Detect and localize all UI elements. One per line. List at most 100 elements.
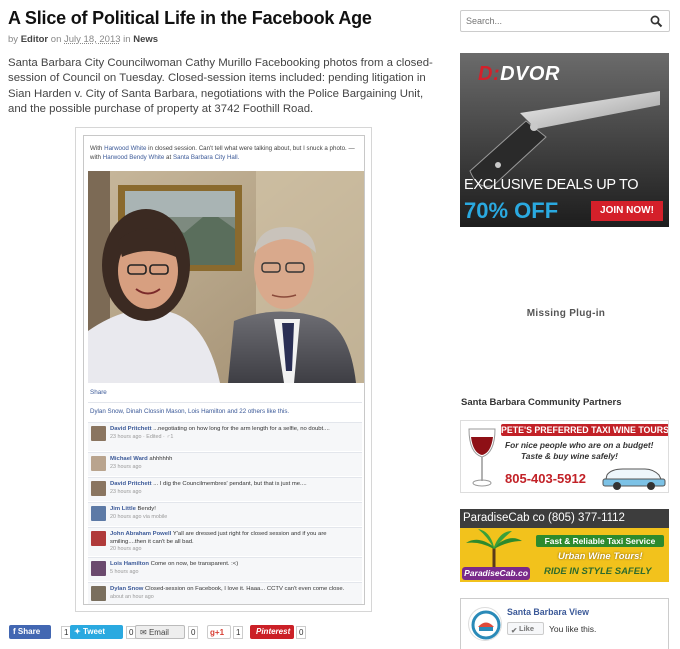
cab-ad-line2: Urban Wine Tours! [558, 551, 643, 562]
fb-caption-at: at [166, 154, 172, 161]
comment-body: Closed-session on Facebook, I love it. H… [145, 586, 345, 592]
dvor-headline: EXCLUSIVE DEALS UP TO [464, 177, 639, 193]
comment-text: Dylan Snow Closed-session on Facebook, I… [110, 586, 358, 594]
gplus-label: +1 [214, 628, 225, 637]
comment-text: John Abraham Powell Y'all are dressed ju… [110, 531, 358, 546]
fb-caption-with: with [90, 154, 102, 161]
facebook-post-frame: With Harwood White in closed session. Ca… [83, 135, 365, 605]
fb-comment: Jim Little Bendy! 20 hours ago via mobile [88, 502, 362, 526]
in-word: in [123, 34, 131, 45]
selfie-illustration [88, 171, 364, 383]
taxi-ad-line2: Taste & buy wine safely! [521, 451, 618, 461]
fb-likes-summary: Dylan Snow, Dinah Clossin Mason, Lois Ha… [90, 408, 290, 415]
fb-comment: John Abraham Powell Y'all are dressed ju… [88, 527, 362, 556]
author-link[interactable]: Editor [21, 34, 48, 45]
fb-comment: David Pritchett ... I dig the Councilmem… [88, 477, 362, 501]
category-link[interactable]: News [133, 34, 158, 45]
comment-author: Jim Little [110, 506, 136, 512]
dvor-ad-banner[interactable]: D:DVOR EXCLUSIVE DEALS UP TO 70% OFF JOI… [460, 53, 669, 227]
byline: by Editor on July 18, 2013 in News [8, 34, 158, 45]
dvor-percent: 70% OFF [464, 198, 559, 223]
google-plus-button[interactable]: g+1 [207, 625, 231, 639]
comment-author: Michael Ward [110, 456, 148, 462]
search-icon[interactable] [650, 15, 663, 28]
email-button[interactable]: ✉ Email [135, 625, 185, 639]
avatar [91, 506, 106, 521]
taxi-ad-phone: 805-403-5912 [505, 471, 586, 486]
divider [88, 402, 362, 403]
fb-like-label: Like [519, 624, 535, 633]
comment-meta: 23 hours ago [110, 488, 142, 495]
post-body: Santa Barbara City Councilwoman Cathy Mu… [8, 57, 433, 116]
comment-body: ahhhhhh [149, 456, 173, 462]
dvor-brand-text: DVOR [500, 63, 560, 85]
avatar [91, 561, 106, 576]
comment-author: David Pritchett [110, 481, 152, 487]
fb-share-link: Share [90, 389, 107, 396]
comment-author: Dylan Snow [110, 586, 144, 592]
palm-tree-icon [466, 529, 522, 571]
comment-body: ... I dig the Councilmembres' pendant, b… [153, 481, 307, 487]
comment-text: Michael Ward ahhhhhh [110, 456, 358, 464]
comment-meta: 20 hours ago via mobile [110, 513, 168, 520]
paradise-cab-ad[interactable]: ParadiseCab co (805) 377-1112 ParadiseCa… [460, 509, 669, 582]
comment-text: David Pritchett ...negotiating on how lo… [110, 426, 358, 434]
twitter-bird-icon: ✦ [74, 627, 81, 636]
email-label: Email [148, 628, 169, 637]
comment-body: ...negotiating on how long for the arm l… [153, 426, 330, 432]
fb-comment: David Pritchett ...negotiating on how lo… [88, 422, 362, 451]
cab-ad-line1: Fast & Reliable Taxi Service [536, 535, 664, 547]
search-input[interactable] [466, 14, 644, 28]
search-box [460, 10, 670, 32]
facebook-post-image: With Harwood White in closed session. Ca… [75, 127, 372, 612]
comment-text: Jim Little Bendy! [110, 506, 358, 514]
fb-caption: With Harwood White in closed session. Ca… [90, 144, 362, 162]
comment-author: David Pritchett [110, 426, 152, 432]
post-date: July 18, 2013 [64, 34, 121, 45]
comment-text: David Pritchett ... I dig the Councilmem… [110, 481, 358, 489]
email-count: 0 [188, 626, 199, 639]
comment-meta: 5 hours ago [110, 568, 139, 575]
comment-body: Bendy! [137, 506, 156, 512]
cab-ad-logo: ParadiseCab.co [462, 567, 530, 580]
cab-ad-line3: RIDE IN STYLE SAFELY [544, 566, 652, 577]
comment-author: John Abraham Powell [110, 531, 172, 537]
fb-place-link: Santa Barbara City Hall. [172, 154, 240, 161]
taxi-wine-tour-ad[interactable]: PETE'S PREFERRED TAXI WINE TOURS For nic… [460, 420, 669, 493]
post-title[interactable]: A Slice of Political Life in the Faceboo… [8, 8, 372, 29]
partners-heading: Santa Barbara Community Partners [461, 397, 622, 408]
comment-author: Lois Hamilton [110, 561, 149, 567]
avatar [91, 481, 106, 496]
main-column: A Slice of Political Life in the Faceboo… [0, 0, 445, 649]
fb-comment: Lois Hamilton Come on now, be transparen… [88, 557, 362, 581]
you-like-text: You like this. [549, 624, 597, 634]
avatar [91, 456, 106, 471]
santa-barbara-view-logo[interactable] [468, 607, 502, 641]
taxi-ad-line1: For nice people who are on a budget! [505, 440, 654, 450]
fb-comments: David Pritchett ...negotiating on how lo… [88, 422, 362, 604]
fb-page-name-link[interactable]: Santa Barbara View [507, 607, 589, 617]
fb-caption-pre: With [90, 145, 103, 152]
facebook-share-label: Share [17, 627, 41, 636]
fb-comment: Dylan Snow Closed-session on Facebook, I… [88, 582, 362, 604]
envelope-icon: ✉ [140, 628, 147, 637]
pinterest-count: 0 [296, 626, 307, 639]
fb-comment: Michael Ward ahhhhhh 23 hours ago [88, 452, 362, 476]
missing-plugin-text: Missing Plug-in [526, 308, 606, 319]
comment-meta: about an hour ago [110, 593, 154, 600]
page-logo-icon [470, 609, 501, 640]
tweet-label: Tweet [82, 627, 106, 636]
fb-caption-text: in closed session. Can't tell what were … [148, 145, 355, 152]
dvor-join-button[interactable]: JOIN NOW! [591, 201, 663, 221]
comment-meta: 20 hours ago [110, 546, 142, 552]
comment-text: Lois Hamilton Come on now, be transparen… [110, 561, 358, 569]
pinterest-button[interactable]: Pinterest [250, 625, 294, 639]
fb-like-button[interactable]: ✔ Like [507, 622, 544, 635]
by-prefix: by [8, 34, 19, 45]
tweet-button[interactable]: ✦ Tweet [70, 625, 123, 639]
comment-meta: 23 hours ago · Edited · ♂1 [110, 433, 174, 440]
share-bar: f Share 1 ✦ Tweet 0 ✉ Email 0 g+1 1 Pint… [9, 625, 309, 641]
facebook-share-button[interactable]: f Share [9, 625, 51, 639]
comment-meta: 23 hours ago [110, 463, 142, 470]
taxi-ad-title: PETE'S PREFERRED TAXI WINE TOURS [501, 424, 669, 436]
